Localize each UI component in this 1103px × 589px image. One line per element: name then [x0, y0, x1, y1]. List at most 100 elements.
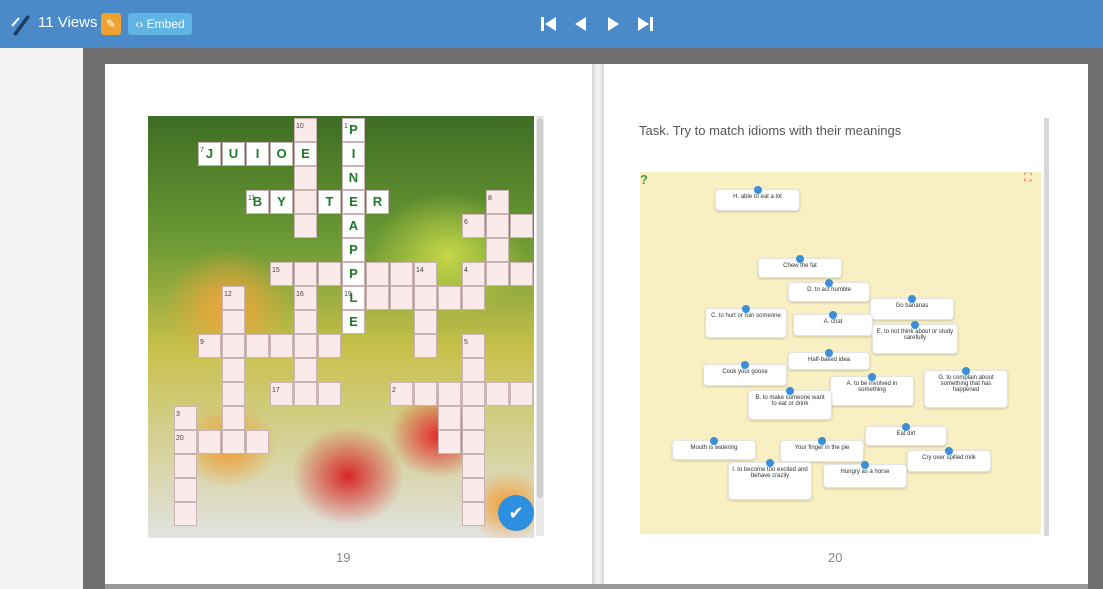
idiom-card[interactable]: H. able to eat a lot	[715, 186, 800, 211]
crossword-empty-cell[interactable]	[222, 382, 245, 406]
fullscreen-icon[interactable]: ⛶	[1024, 172, 1038, 184]
crossword-empty-cell[interactable]	[486, 382, 509, 406]
idiom-card[interactable]: Eat dirt	[865, 423, 947, 446]
crossword-empty-cell[interactable]	[462, 502, 485, 526]
crossword-empty-cell[interactable]	[294, 190, 317, 214]
crossword-letter-cell[interactable]: B 11	[246, 190, 269, 214]
crossword-empty-cell[interactable]	[486, 238, 509, 262]
connector-dot[interactable]	[825, 279, 833, 287]
crossword-empty-cell[interactable]	[462, 382, 485, 406]
crossword-empty-cell[interactable]	[198, 430, 221, 454]
crossword-empty-cell[interactable]: 14	[414, 262, 437, 286]
idiom-card[interactable]: Chew the fat	[758, 255, 842, 278]
crossword-empty-cell[interactable]	[462, 454, 485, 478]
crossword-empty-cell[interactable]	[462, 406, 485, 430]
crossword-empty-cell[interactable]	[222, 310, 245, 334]
crossword-empty-cell[interactable]	[462, 286, 485, 310]
crossword-empty-cell[interactable]	[462, 478, 485, 502]
crossword-empty-cell[interactable]: 16	[294, 286, 317, 310]
crossword-empty-cell[interactable]	[510, 262, 533, 286]
crossword-empty-cell[interactable]	[318, 382, 341, 406]
crossword-letter-cell[interactable]: U	[222, 142, 245, 166]
connector-dot[interactable]	[825, 349, 833, 357]
connector-dot[interactable]	[945, 447, 953, 455]
connector-dot[interactable]	[861, 461, 869, 469]
connector-dot[interactable]	[829, 311, 837, 319]
connector-dot[interactable]	[766, 459, 774, 467]
crossword-empty-cell[interactable]	[438, 286, 461, 310]
crossword-letter-cell[interactable]: J7	[198, 142, 221, 166]
crossword-empty-cell[interactable]: 12	[222, 286, 245, 310]
crossword-empty-cell[interactable]	[318, 262, 341, 286]
crossword-scrollbar[interactable]	[536, 116, 544, 536]
crossword-empty-cell[interactable]	[174, 478, 197, 502]
crossword-empty-cell[interactable]	[486, 262, 509, 286]
crossword-empty-cell[interactable]	[462, 358, 485, 382]
matching-board[interactable]: H. able to eat a lot Chew the fat D. to ac…	[640, 172, 1041, 534]
crossword-empty-cell[interactable]	[390, 262, 413, 286]
crossword-empty-cell[interactable]	[462, 430, 485, 454]
embed-button[interactable]: ‹› Embed	[128, 13, 192, 35]
crossword-empty-cell[interactable]: 4	[462, 262, 485, 286]
help-icon[interactable]: ?	[640, 172, 654, 188]
connector-dot[interactable]	[868, 373, 876, 381]
crossword-empty-cell[interactable]	[510, 382, 533, 406]
connector-dot[interactable]	[786, 387, 794, 395]
crossword-letter-cell[interactable]: A	[342, 214, 365, 238]
crossword-empty-cell[interactable]	[246, 334, 269, 358]
connector-dot[interactable]	[741, 361, 749, 369]
crossword-letter-cell[interactable]: E	[294, 142, 317, 166]
crossword-letter-cell[interactable]: I	[246, 142, 269, 166]
crossword-letter-cell[interactable]: P	[342, 238, 365, 262]
crossword-letter-cell[interactable]: N	[342, 166, 365, 190]
crossword-empty-cell[interactable]	[222, 406, 245, 430]
crossword-empty-cell[interactable]	[438, 382, 461, 406]
crossword-empty-cell[interactable]	[270, 334, 293, 358]
crossword-letter-cell[interactable]: P	[342, 262, 365, 286]
check-answers-button[interactable]: ✔	[498, 495, 534, 531]
idiom-card[interactable]: C. to hurt or ruin someone	[705, 305, 787, 338]
idiom-card[interactable]: B. to make someone want to eat or drink	[748, 387, 832, 420]
connector-dot[interactable]	[710, 437, 718, 445]
crossword-empty-cell[interactable]	[222, 430, 245, 454]
crossword-puzzle[interactable]: J7UIOEB11YTTERP1INEAPPL19E10158641412169…	[148, 116, 534, 538]
crossword-letter-cell[interactable]: R	[366, 190, 389, 214]
crossword-empty-cell[interactable]	[174, 502, 197, 526]
idiom-card[interactable]: Cry over spilled milk	[907, 447, 991, 472]
crossword-empty-cell[interactable]	[294, 214, 317, 238]
crossword-empty-cell[interactable]	[294, 166, 317, 190]
crossword-empty-cell[interactable]: 17	[270, 382, 293, 406]
idiom-card[interactable]: A. to be involved in something	[830, 373, 914, 406]
connector-dot[interactable]	[796, 255, 804, 263]
idiom-card[interactable]: Go bananas	[870, 295, 954, 320]
idiom-card[interactable]: Cook your goose	[703, 361, 787, 386]
first-page-icon[interactable]	[538, 14, 560, 34]
crossword-empty-cell[interactable]: 20	[174, 430, 197, 454]
idiom-card[interactable]: G. to complain about something that has …	[924, 367, 1008, 408]
right-scrollbar[interactable]	[1044, 118, 1049, 536]
crossword-letter-cell[interactable]: O	[270, 142, 293, 166]
idiom-card[interactable]: Hungry as a horse	[823, 461, 907, 488]
crossword-empty-cell[interactable]	[366, 286, 389, 310]
connector-dot[interactable]	[962, 367, 970, 375]
crossword-empty-cell[interactable]: 3	[174, 406, 197, 430]
crossword-empty-cell[interactable]: 9	[198, 334, 221, 358]
previous-page-icon[interactable]	[570, 14, 592, 34]
crossword-letter-cell[interactable]: E	[342, 190, 365, 214]
connector-dot[interactable]	[902, 423, 910, 431]
idiom-card[interactable]: D. to act humble	[788, 279, 870, 302]
crossword-empty-cell[interactable]: 10	[294, 118, 317, 142]
idiom-card[interactable]: E. to not think about or study carefully	[872, 321, 958, 354]
crossword-empty-cell[interactable]	[222, 358, 245, 382]
connector-dot[interactable]	[742, 305, 750, 313]
connector-dot[interactable]	[753, 186, 762, 194]
crossword-letter-cell[interactable]: I	[342, 142, 365, 166]
crossword-empty-cell[interactable]: 6	[462, 214, 485, 238]
connector-dot[interactable]	[908, 295, 916, 303]
connector-dot[interactable]	[911, 321, 919, 329]
crossword-empty-cell[interactable]	[390, 286, 413, 310]
crossword-empty-cell[interactable]	[294, 382, 317, 406]
crossword-empty-cell[interactable]: 2	[390, 382, 413, 406]
crossword-empty-cell[interactable]	[510, 214, 533, 238]
crossword-empty-cell[interactable]: 15	[270, 262, 293, 286]
